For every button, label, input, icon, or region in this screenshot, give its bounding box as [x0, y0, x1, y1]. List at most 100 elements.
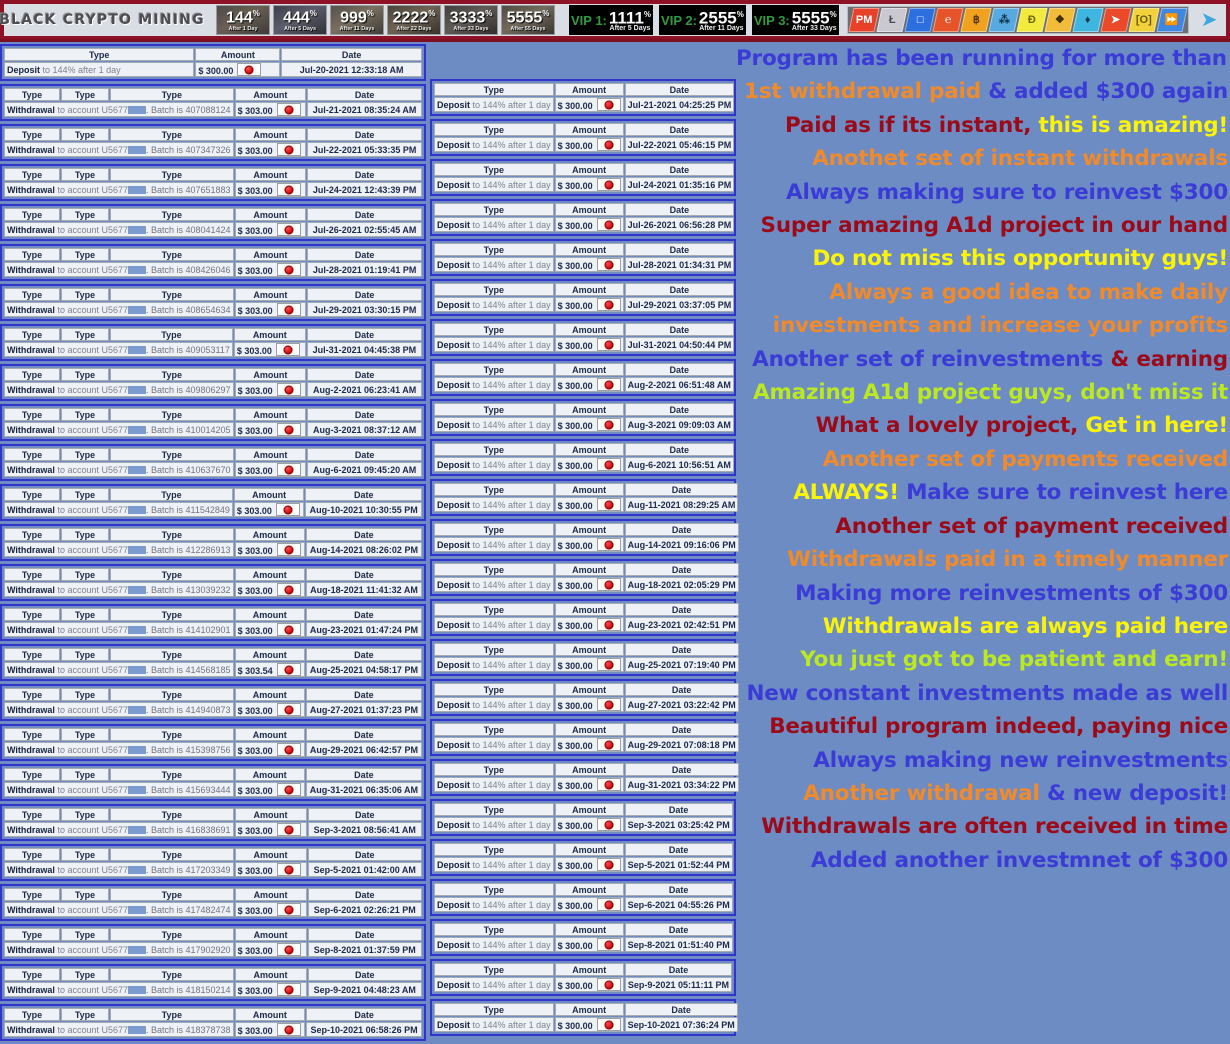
vip-badge[interactable]: VIP 2: 2555% After 11 Days [659, 5, 746, 35]
deposit-record[interactable]: Type Amount Date Deposit to 144% after 1 da… [430, 439, 736, 476]
amount-value: $ 303.00 [237, 626, 273, 636]
amount-cell: $ 300.00 [554, 457, 624, 472]
withdrawal-record[interactable]: Type Type Type Amount Date Withdrawal to acco… [0, 604, 426, 641]
deposit-record[interactable]: Type Amount Date Deposit to 144% after 1 da… [430, 479, 739, 516]
litecoin-icon[interactable]: Ł [876, 8, 908, 32]
ethereum-classic-icon[interactable]: ℮ [932, 8, 964, 32]
column-header-date: Date [624, 403, 734, 416]
deposit-record[interactable]: Type Amount Date Deposit to 144% after 1 da… [430, 79, 736, 116]
withdrawal-record[interactable]: Type Type Type Amount Date Withdrawal to acco… [0, 924, 426, 961]
column-header-amount: Amount [554, 643, 624, 656]
withdrawal-record[interactable]: Type Type Type Amount Date Withdrawal to acco… [0, 284, 426, 321]
withdrawal-record[interactable]: Type Type Type Amount Date Withdrawal to acco… [0, 964, 426, 1001]
record-header-row: Type Type Type Amount Date [4, 528, 422, 541]
column-header-date: Date [624, 883, 733, 896]
deposit-record[interactable]: Type Amount Date Deposit to 144% after 1 da… [430, 239, 736, 276]
perfectmoney-badge-icon [596, 898, 621, 911]
date-cell: Sep-5-2021 01:52:44 PM [624, 857, 733, 872]
plan-badge[interactable]: 5555% After 55 Days [501, 5, 555, 35]
dogecoin-icon[interactable]: Ð [1016, 8, 1048, 32]
deposit-record[interactable]: Type Amount Date Deposit to 144% after 1 da… [430, 599, 739, 636]
withdrawal-record[interactable]: Type Type Type Amount Date Withdrawal to acco… [0, 324, 426, 361]
deposit-record[interactable]: Type Amount Date Deposit to 144% after 1 da… [430, 879, 736, 916]
plan-duration: After 22 Days [396, 25, 432, 32]
withdrawal-record[interactable]: Type Type Type Amount Date Withdrawal to acco… [0, 244, 426, 281]
plan-badge[interactable]: 3333% After 33 Days [444, 5, 498, 35]
withdrawal-record[interactable]: Type Type Type Amount Date Withdrawal to acco… [0, 724, 426, 761]
withdrawal-record[interactable]: Type Type Type Amount Date Withdrawal to acco… [0, 124, 426, 161]
solana-icon[interactable]: ⏩ [1156, 8, 1188, 32]
record-header-row: Type Amount Date [434, 323, 735, 336]
withdrawal-record[interactable]: Type Type Type Amount Date Withdrawal to acco… [0, 564, 426, 601]
deposit-record[interactable]: Type Amount Date Deposit to 144% after 1 da… [430, 119, 736, 156]
withdrawal-record[interactable]: Type Type Type Amount Date Withdrawal to acco… [0, 884, 426, 921]
withdrawal-record[interactable]: Type Type Type Amount Date Withdrawal to acco… [0, 684, 426, 721]
payeer-icon[interactable]: □ [904, 8, 936, 32]
deposit-record[interactable]: Type Amount Date Deposit to 144% after 1 da… [430, 679, 739, 716]
slogan-text: Always making sure to reinvest $300 [786, 179, 1228, 205]
withdrawal-record[interactable]: Type Type Type Amount Date Withdrawal to acco… [0, 644, 426, 681]
table-row: Deposit to 144% after 1 day $ 300.00 Sep-1… [434, 1017, 738, 1032]
column-header-type: Type [110, 528, 234, 541]
plan-badge[interactable]: 999% After 11 Days [330, 5, 384, 35]
vip-badge[interactable]: VIP 3: 5555% After 33 Days [751, 5, 839, 35]
vip-badge[interactable]: VIP 1: 1111% After 5 Days [569, 5, 654, 35]
slogan-text: Withdrawals are often received in time [761, 814, 1228, 840]
withdrawal-record[interactable]: Type Type Type Amount Date Withdrawal to acco… [0, 804, 426, 841]
ethereum-icon[interactable]: ♦ [1072, 8, 1104, 32]
transaction-kind: Withdrawal [7, 864, 55, 875]
slogan-text: New constant investments made as well [746, 680, 1228, 706]
amount-value: $ 300.00 [557, 501, 593, 511]
withdrawal-record[interactable]: Type Type Type Amount Date Withdrawal to acco… [0, 444, 426, 481]
deposit-record[interactable]: Type Amount Date Deposit to 144% after 1 da… [430, 759, 739, 796]
slogan-text: Another set of payments received [822, 446, 1228, 472]
column-header-date: Date [624, 243, 735, 256]
deposit-record[interactable]: Type Amount Date Deposit to 144% after 1 da… [430, 319, 736, 356]
withdrawal-record[interactable]: Type Type Type Amount Date Withdrawal to acco… [0, 524, 426, 561]
record-header-row: Type Amount Date [434, 803, 733, 816]
site-logo[interactable]: BLACK CRYPTO MINING [0, 5, 204, 35]
deposit-record[interactable]: Type Amount Date Deposit to 144% after 1 da… [430, 199, 736, 236]
deposit-record[interactable]: Type Amount Date Deposit to 144% after 1 da… [430, 839, 736, 876]
deposit-record[interactable]: Type Amount Date Deposit to 144% after 1 da… [430, 719, 739, 756]
withdrawal-record[interactable]: Type Type Type Amount Date Withdrawal to acco… [0, 764, 426, 801]
column-header-amount: Amount [234, 728, 305, 741]
withdrawal-record[interactable]: Type Type Type Amount Date Withdrawal to acco… [0, 204, 426, 241]
deposit-record[interactable]: Type Amount Date Deposit to 144% after 1 da… [430, 559, 739, 596]
withdrawal-record[interactable]: Type Type Type Amount Date Withdrawal to acco… [0, 364, 426, 401]
telegram-icon[interactable]: ➤ [1196, 8, 1222, 32]
withdrawal-record[interactable]: Type Type Type Amount Date Withdrawal to acco… [0, 404, 426, 441]
deposit-record[interactable]: Type Amount Date Deposit to 144% after 1 da… [430, 639, 739, 676]
nem-icon[interactable]: ⁂ [988, 8, 1020, 32]
transaction-batch: . Batch is 410014205 [146, 424, 231, 435]
deposit-record[interactable]: Type Amount Date Deposit to 144% after 1 da… [430, 359, 736, 396]
bitcoin-icon[interactable]: ฿ [960, 8, 992, 32]
transaction-kind: Deposit [437, 739, 471, 750]
deposit-record[interactable]: Type Amount Date Deposit to 144% after 1 da… [430, 279, 736, 316]
deposit-record[interactable]: Type Amount Date Deposit to 144% after 1 da… [430, 159, 736, 196]
plan-badge[interactable]: 2222% After 22 Days [387, 5, 441, 35]
withdrawal-record[interactable]: Type Type Type Amount Date Withdrawal to acco… [0, 84, 426, 121]
deposit-record[interactable]: Type Amount Date Deposit to 144% after 1 da… [430, 799, 736, 836]
perfectmoney-icon[interactable]: PM [848, 8, 880, 32]
withdrawal-record[interactable]: Type Type Type Amount Date Withdrawal to acco… [0, 844, 426, 881]
withdrawal-record[interactable]: Type Type Type Amount Date Withdrawal to acco… [0, 1004, 426, 1041]
plan-badge[interactable]: 144% After 1 Day [216, 5, 270, 35]
tron-icon[interactable]: ➤ [1100, 8, 1132, 32]
transaction-type-cell: Withdrawal to account U5677. Batch is 41… [4, 742, 234, 757]
withdrawal-record[interactable]: Type Type Type Amount Date Withdrawal to acco… [0, 484, 426, 521]
column-header-date: Date [306, 1008, 422, 1021]
deposit-record[interactable]: Type Amount Date Deposit to 144% after 1 da… [430, 519, 739, 556]
initial-deposit-record[interactable]: Type Amount Date Deposit to 144% after 1 da… [0, 44, 426, 81]
transaction-account: to account U5677 [55, 465, 146, 475]
tether-icon[interactable]: [O] [1128, 8, 1160, 32]
deposit-record[interactable]: Type Amount Date Deposit to 144% after 1 da… [430, 959, 736, 996]
dash-icon[interactable]: ❖ [1044, 8, 1076, 32]
transaction-batch: . Batch is 412286913 [146, 544, 231, 555]
deposit-record[interactable]: Type Amount Date Deposit to 144% after 1 da… [430, 399, 736, 436]
withdrawal-record[interactable]: Type Type Type Amount Date Withdrawal to acco… [0, 164, 426, 201]
plan-badge[interactable]: 444% After 5 Days [273, 5, 327, 35]
deposit-record[interactable]: Type Amount Date Deposit to 144% after 1 da… [430, 999, 738, 1036]
transaction-type-cell: Deposit to 144% after 1 day [434, 97, 554, 112]
deposit-record[interactable]: Type Amount Date Deposit to 144% after 1 da… [430, 919, 736, 956]
